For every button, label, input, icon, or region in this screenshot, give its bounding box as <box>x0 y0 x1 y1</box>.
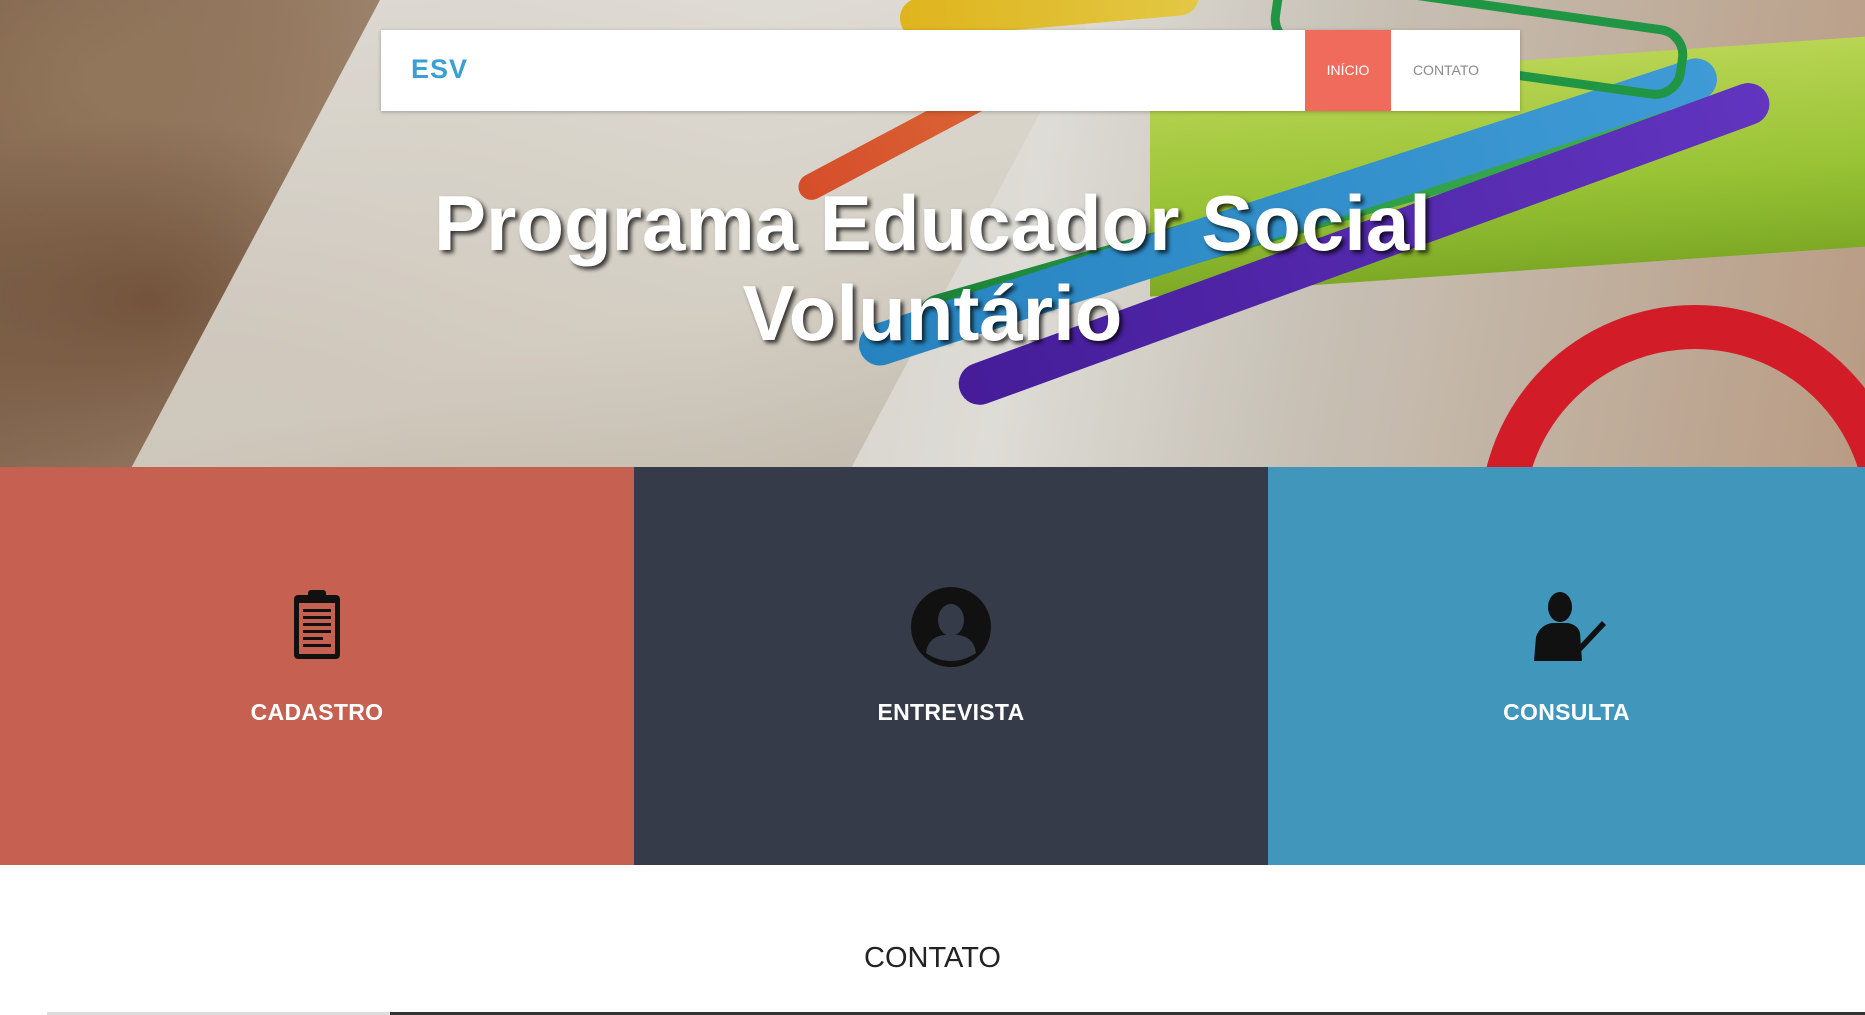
clipboard-icon <box>272 587 362 667</box>
tile-label: CONSULTA <box>1503 699 1630 725</box>
section-title-contato: CONTATO <box>864 942 1001 974</box>
nav-item-inicio[interactable]: INÍCIO <box>1305 30 1391 111</box>
hero-title-line: Voluntário <box>742 269 1123 357</box>
user-check-icon <box>1522 587 1612 667</box>
user-silhouette-icon <box>906 587 996 667</box>
nav-item-contato[interactable]: CONTATO <box>1391 30 1501 111</box>
tile-entrevista[interactable]: ENTREVISTA <box>634 467 1268 865</box>
tile-label: ENTREVISTA <box>877 699 1025 725</box>
hero-title: Programa Educador Social Voluntário <box>0 178 1865 358</box>
brand-logo[interactable]: ESV <box>411 54 468 85</box>
hero-title-line: Programa Educador Social <box>434 179 1431 267</box>
tile-consulta[interactable]: CONSULTA <box>1268 467 1865 865</box>
tile-cadastro[interactable]: CADASTRO <box>0 467 634 865</box>
tile-label: CADASTRO <box>250 699 384 725</box>
top-navbar: ESV INÍCIO CONTATO <box>381 30 1520 111</box>
